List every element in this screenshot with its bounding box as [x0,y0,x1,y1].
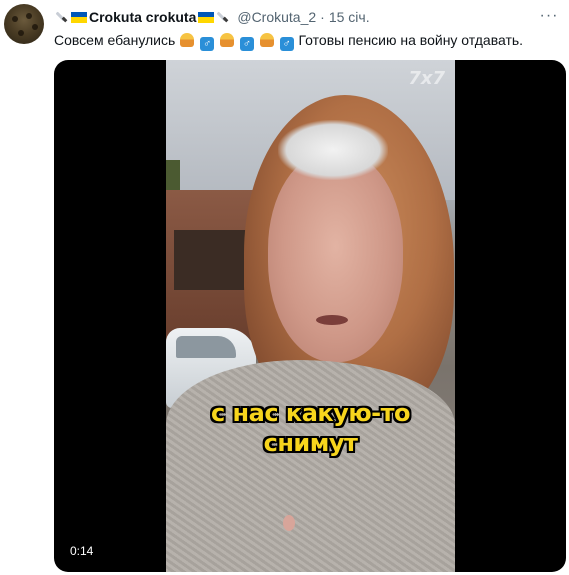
ukraine-flag-icon [71,11,87,23]
display-name[interactable]: Crokuta crokuta [89,9,196,25]
subtitle-line: снимут [263,429,358,457]
knife-emoji-icon [54,10,68,24]
tweet-text-part: Готовы пенсию на войну отдавать. [298,32,524,48]
subtitle-line: с нас какую-то [210,399,411,427]
knife-emoji-icon [215,10,229,24]
separator-dot: · [320,9,325,25]
male-sign-emoji-icon: ♂ [239,37,254,51]
tweet-timestamp[interactable]: 15 січ. [329,9,370,25]
video-subtitle: с нас какую-то снимут [166,398,455,458]
more-options-icon[interactable]: ··· [539,7,559,24]
tweet[interactable]: Crokuta crokuta @Crokuta_2 · 15 січ. ···… [0,0,569,575]
video-player[interactable]: 7x7 с нас какую-то снимут 0:14 [54,60,566,572]
user-handle[interactable]: @Crokuta_2 [237,9,316,25]
ukraine-flag-icon [198,11,215,23]
video-frame[interactable]: 7x7 с нас какую-то снимут [166,60,455,572]
person-emoji-icon [180,33,195,47]
tweet-text-part: Совсем ебанулись [54,32,176,48]
avatar[interactable] [4,4,44,44]
person-emoji-icon [259,33,274,47]
person-emoji-icon [219,33,234,47]
tweet-header: Crokuta crokuta @Crokuta_2 · 15 січ. [54,7,370,27]
male-sign-emoji-icon: ♂ [200,37,215,51]
tweet-text: Совсем ебанулись ♂ ♂ ♂ Готовы пенсию на … [54,30,561,51]
male-sign-emoji-icon: ♂ [279,37,294,51]
channel-watermark: 7x7 [408,68,445,89]
video-duration-badge: 0:14 [64,542,100,560]
